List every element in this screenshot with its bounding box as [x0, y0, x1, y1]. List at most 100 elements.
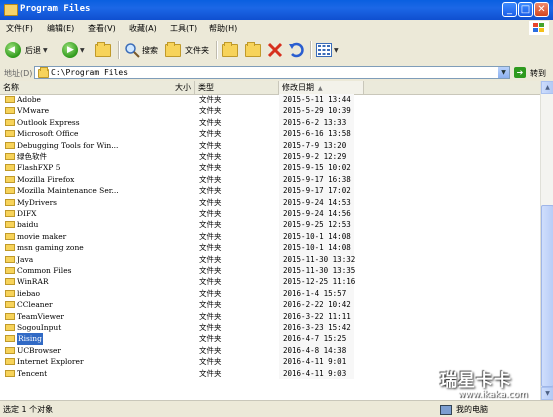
maximize-button[interactable]: □: [518, 2, 533, 17]
file-type: 文件夹: [199, 345, 222, 355]
address-input[interactable]: C:\Program Files ▼: [34, 66, 510, 79]
file-name[interactable]: liebao: [17, 288, 40, 299]
file-name[interactable]: WinRAR: [17, 276, 49, 287]
table-row[interactable]: Java 文件夹 2015-11-30 13:32: [0, 253, 540, 265]
file-name[interactable]: 绿色软件: [17, 151, 47, 162]
scroll-thumb[interactable]: [541, 205, 553, 387]
vertical-scrollbar[interactable]: ▲ ▼: [540, 81, 553, 400]
table-row[interactable]: SogouInput 文件夹 2016-3-23 15:42: [0, 322, 540, 334]
file-name[interactable]: Rising: [17, 333, 43, 345]
table-row[interactable]: WinRAR 文件夹 2015-12-25 11:16: [0, 276, 540, 288]
chevron-down-icon[interactable]: ▼: [498, 67, 509, 78]
table-row[interactable]: 绿色软件 文件夹 2015-9-2 12:29: [0, 151, 540, 163]
minimize-button[interactable]: _: [502, 2, 517, 17]
file-modified: 2015-10-1 14:08: [283, 243, 351, 253]
table-row[interactable]: Mozilla Firefox 文件夹 2015-9-17 16:38: [0, 173, 540, 186]
table-row[interactable]: baidu 文件夹 2015-9-25 12:53: [0, 219, 540, 231]
copy-to-button[interactable]: [245, 40, 261, 60]
folder-icon: [5, 267, 15, 274]
file-name[interactable]: Java: [17, 254, 33, 265]
go-button[interactable]: 转到: [530, 68, 546, 79]
file-name[interactable]: baidu: [17, 219, 38, 230]
table-row[interactable]: UCBrowser 文件夹 2016-4-8 14:38: [0, 344, 540, 357]
file-modified: 2015-9-17 17:02: [283, 186, 351, 196]
up-folder-button[interactable]: [95, 40, 111, 60]
folders-button[interactable]: 文件夹: [165, 40, 209, 60]
file-name[interactable]: UCBrowser: [17, 345, 61, 356]
file-name[interactable]: movie maker: [17, 231, 66, 242]
file-name[interactable]: Mozilla Maintenance Ser...: [17, 185, 119, 196]
file-modified: 2015-6-16 13:58: [283, 129, 351, 139]
go-arrow-icon[interactable]: ➔: [514, 67, 526, 78]
table-row[interactable]: Microsoft Office 文件夹 2015-6-16 13:58: [0, 128, 540, 140]
menu-edit[interactable]: 编辑(E): [47, 23, 74, 34]
file-list: 名称 大小 类型 修改日期 ▲ Adobe 文件夹 2015-5-11 13:44 VM…: [0, 81, 553, 400]
file-name[interactable]: MyDrivers: [17, 197, 57, 208]
file-name[interactable]: Mozilla Firefox: [17, 174, 74, 185]
views-button[interactable]: ▼: [316, 40, 339, 60]
menu-tools[interactable]: 工具(T): [170, 23, 197, 34]
forward-arrow-icon: ▶: [62, 42, 78, 58]
folder-icon: [5, 96, 15, 103]
close-button[interactable]: ✕: [534, 2, 549, 17]
back-button[interactable]: ◀ 后退 ▼: [5, 40, 48, 60]
menu-view[interactable]: 查看(V): [88, 23, 116, 34]
title-bar[interactable]: Program Files _ □ ✕: [0, 0, 553, 20]
table-row[interactable]: liebao 文件夹 2016-1-4 15:57: [0, 287, 540, 300]
file-name[interactable]: Outlook Express: [17, 117, 80, 128]
table-row[interactable]: msn gaming zone 文件夹 2015-10-1 14:08: [0, 242, 540, 254]
file-name[interactable]: TeamViewer: [17, 311, 64, 322]
column-type[interactable]: 类型: [195, 81, 279, 94]
file-modified: 2015-12-25 11:16: [283, 277, 356, 287]
file-name[interactable]: Debugging Tools for Win...: [17, 140, 118, 151]
scroll-up-button[interactable]: ▲: [541, 81, 553, 94]
table-row[interactable]: Adobe 文件夹 2015-5-11 13:44: [0, 94, 540, 106]
search-button[interactable]: 搜索: [124, 40, 158, 60]
column-name[interactable]: 名称: [0, 81, 195, 94]
file-type: 文件夹: [199, 266, 222, 275]
file-modified: 2016-4-8 14:38: [283, 345, 347, 355]
file-type: 文件夹: [199, 117, 222, 127]
folder-icon: [5, 232, 15, 240]
column-modified[interactable]: 修改日期 ▲: [279, 81, 364, 94]
menu-favorites[interactable]: 收藏(A): [129, 23, 157, 34]
file-name[interactable]: SogouInput: [17, 322, 61, 333]
file-name[interactable]: FlashFXP 5: [17, 162, 61, 173]
file-name[interactable]: VMware: [17, 105, 49, 116]
file-name[interactable]: DIFX: [17, 208, 37, 219]
file-type: 文件夹: [199, 334, 222, 344]
file-type: 文件夹: [199, 197, 222, 207]
file-name[interactable]: msn gaming zone: [17, 242, 84, 253]
file-name[interactable]: Tencent: [17, 368, 47, 379]
column-header: 名称 大小 类型 修改日期 ▲: [0, 81, 540, 95]
menu-file[interactable]: 文件(F): [6, 23, 33, 34]
table-row[interactable]: Rising 文件夹 2016-4-7 15:25: [0, 333, 540, 345]
table-row[interactable]: MyDrivers 文件夹 2015-9-24 14:53: [0, 196, 540, 208]
file-name[interactable]: Internet Explorer: [17, 356, 84, 367]
folder-icon: [5, 118, 15, 126]
table-row[interactable]: movie maker 文件夹 2015-10-1 14:08: [0, 230, 540, 243]
table-row[interactable]: CCleaner 文件夹 2016-2-22 10:42: [0, 299, 540, 311]
file-name[interactable]: CCleaner: [17, 299, 53, 310]
file-name[interactable]: Microsoft Office: [17, 128, 78, 139]
delete-button[interactable]: [267, 40, 283, 60]
file-name[interactable]: Adobe: [17, 94, 41, 105]
column-size[interactable]: 大小: [170, 81, 195, 94]
menu-help[interactable]: 帮助(H): [209, 23, 237, 34]
table-row[interactable]: TeamViewer 文件夹 2016-3-22 11:11: [0, 310, 540, 322]
folder-icon: [5, 346, 15, 354]
forward-button[interactable]: ▶ ▼: [62, 40, 85, 60]
table-row[interactable]: DIFX 文件夹 2015-9-24 14:56: [0, 208, 540, 220]
file-type: 文件夹: [199, 129, 222, 139]
file-type: 文件夹: [199, 231, 222, 241]
table-row[interactable]: Common Files 文件夹 2015-11-30 13:35: [0, 265, 540, 277]
table-row[interactable]: FlashFXP 5 文件夹 2015-9-15 10:02: [0, 162, 540, 174]
table-row[interactable]: Debugging Tools for Win... 文件夹 2015-7-9 13…: [0, 139, 540, 151]
table-row[interactable]: VMware 文件夹 2015-5-29 10:39: [0, 105, 540, 117]
table-row[interactable]: Mozilla Maintenance Ser... 文件夹 2015-9-17 1…: [0, 185, 540, 197]
undo-button[interactable]: [288, 40, 304, 60]
folder-icon: [5, 244, 15, 252]
table-row[interactable]: Outlook Express 文件夹 2015-6-2 13:33: [0, 116, 540, 129]
file-name[interactable]: Common Files: [17, 265, 72, 276]
move-to-button[interactable]: [222, 40, 238, 60]
